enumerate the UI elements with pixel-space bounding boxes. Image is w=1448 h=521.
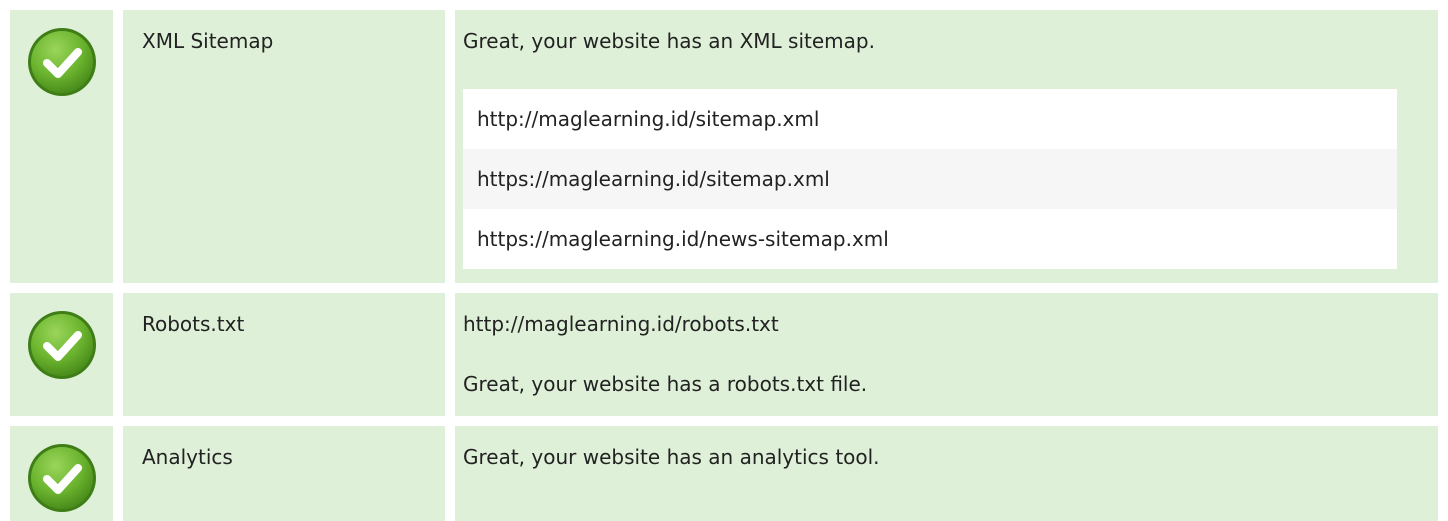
sitemap-url-list: http://maglearning.id/sitemap.xml https:… [463,89,1397,269]
sitemap-url-item: http://maglearning.id/sitemap.xml [463,89,1397,149]
status-cell [10,426,113,521]
sitemap-url-item: https://maglearning.id/news-sitemap.xml [463,209,1397,269]
check-message: Great, your website has a robots.txt fil… [463,372,868,396]
check-detail-cell: Great, your website has an analytics too… [455,426,1438,521]
check-circle-icon [28,444,96,512]
check-name-cell: Robots.txt [123,293,445,416]
check-name-cell: XML Sitemap [123,10,445,283]
robots-url: http://maglearning.id/robots.txt [463,312,779,336]
check-name: XML Sitemap [142,29,274,53]
check-circle-icon [28,311,96,379]
sitemap-url-item: https://maglearning.id/sitemap.xml [463,149,1397,209]
check-name: Analytics [142,445,233,469]
check-name-cell: Analytics [123,426,445,521]
status-cell [10,10,113,283]
status-cell [10,293,113,416]
check-message: Great, your website has an XML sitemap. [463,29,875,53]
check-detail-cell: http://maglearning.id/robots.txt Great, … [455,293,1438,416]
check-row-analytics: Analytics Great, your website has an ana… [10,426,1438,521]
check-detail-cell: Great, your website has an XML sitemap. … [455,10,1438,283]
check-message: Great, your website has an analytics too… [463,445,880,469]
check-row-xml-sitemap: XML Sitemap Great, your website has an X… [10,10,1438,283]
check-name: Robots.txt [142,312,245,336]
check-circle-icon [28,28,96,96]
check-row-robots-txt: Robots.txt http://maglearning.id/robots.… [10,293,1438,416]
